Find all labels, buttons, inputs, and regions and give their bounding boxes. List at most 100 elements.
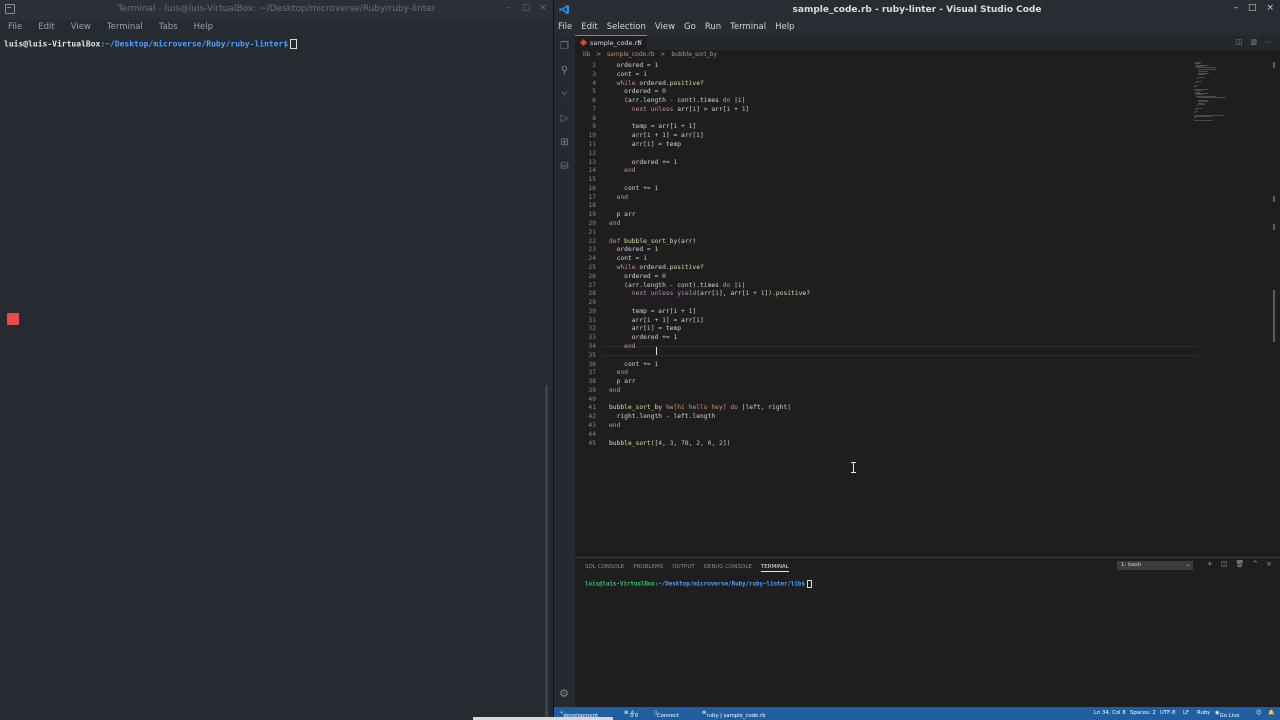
minimize-icon[interactable]: – <box>505 4 513 13</box>
code-line[interactable]: 20 end <box>575 220 1155 229</box>
settings-gear-icon[interactable]: ⚙ <box>559 688 570 699</box>
menu-edit[interactable]: Edit <box>581 20 597 35</box>
trash-icon[interactable]: 🗑 <box>1235 560 1244 568</box>
code-line[interactable]: 44 <box>575 431 1155 440</box>
code-line[interactable]: 13 ordered += 1 <box>575 159 1155 168</box>
code-line[interactable]: 15 <box>575 176 1155 185</box>
code-line[interactable]: 42 right.length - left.length <box>575 413 1155 422</box>
code-line[interactable]: 34 end <box>575 343 1155 352</box>
code-line[interactable]: 9 temp = arr[i + 1] <box>575 123 1155 132</box>
menu-edit[interactable]: Edit <box>38 22 54 36</box>
tab-close-icon[interactable]: × <box>637 38 643 46</box>
panel-tab-terminal[interactable]: TERMINAL <box>760 564 789 572</box>
menu-selection[interactable]: Selection <box>607 20 646 35</box>
status-ruby-file[interactable]: ⊗ ruby | sample_code.rb <box>702 710 766 719</box>
code-line[interactable]: 27 (arr.length - cont).times do |i| <box>575 282 1155 291</box>
extensions-icon[interactable]: ⊞ <box>559 137 570 148</box>
status-spaces[interactable]: Spaces: 2 <box>1130 710 1156 716</box>
code-line[interactable]: 45 bubble_sort([4, 3, 78, 2, 0, 2]) <box>575 440 1155 449</box>
panel-tab-output[interactable]: OUTPUT <box>672 564 694 572</box>
breadcrumb-lib[interactable]: lib <box>583 51 590 58</box>
terminal-select[interactable]: 1: bash ⌄ <box>1117 561 1193 570</box>
menu-file[interactable]: File <box>558 20 572 35</box>
menu-terminal[interactable]: Terminal <box>730 20 766 35</box>
terminal-body[interactable]: luis@luis-VirtualBox:~/Desktop/microvers… <box>0 36 553 52</box>
search-icon[interactable]: ⚲ <box>559 65 570 76</box>
status-language[interactable]: Ruby <box>1197 710 1210 716</box>
code-editor[interactable]: 2 ordered = 13 cont = 14 while ordered.p… <box>575 62 1275 550</box>
code-line[interactable]: 39 end <box>575 387 1155 396</box>
split-layout-icon[interactable]: ▥ <box>1250 38 1257 46</box>
explorer-icon[interactable]: ❐ <box>559 41 570 52</box>
code-line[interactable]: 30 temp = arr[i + 1] <box>575 308 1155 317</box>
code-line[interactable]: 17 end <box>575 194 1155 203</box>
breadcrumb-symbol[interactable]: bubble_sort_by <box>671 51 717 58</box>
new-terminal-icon[interactable]: + <box>1207 560 1213 568</box>
menu-file[interactable]: File <box>8 22 22 36</box>
split-editor-icon[interactable]: ◫ <box>1236 38 1243 46</box>
panel-tab-problems[interactable]: PROBLEMS <box>633 564 663 572</box>
source-control-icon[interactable]: ⑂ <box>559 89 570 100</box>
panel-tab-debug-console[interactable]: DEBUG CONSOLE <box>704 564 752 572</box>
menu-help[interactable]: Help <box>775 20 794 35</box>
code-line[interactable]: 4 while ordered.positive? <box>575 80 1155 89</box>
code-line[interactable]: 36 cont += 1 <box>575 361 1155 370</box>
code-line[interactable]: 32 arr[i] = temp <box>575 325 1155 334</box>
code-line[interactable]: 6 (arr.length - cont).times do |i| <box>575 97 1155 106</box>
code-line[interactable]: 14 end <box>575 167 1155 176</box>
code-line[interactable]: 19 p arr <box>575 211 1155 220</box>
more-actions-icon[interactable]: ⋯ <box>1265 38 1272 46</box>
menu-view[interactable]: View <box>71 22 91 36</box>
code-line[interactable]: 7 next unless arr[i] > arr[i + 1] <box>575 106 1155 115</box>
run-debug-icon[interactable]: ▷ <box>559 113 570 124</box>
menu-view[interactable]: View <box>655 20 675 35</box>
maximize-icon[interactable]: □ <box>522 4 531 13</box>
code-line[interactable]: 25 while ordered.positive? <box>575 264 1155 273</box>
terminal-scrollbar[interactable] <box>545 385 548 720</box>
close-icon[interactable]: × <box>1266 4 1274 13</box>
tab-sample-code[interactable]: sample_code.rb × <box>575 35 647 50</box>
integrated-terminal[interactable]: luis@luis-VirtualBox:~/Desktop/microvers… <box>585 580 812 588</box>
code-line[interactable]: 26 ordered = 0 <box>575 273 1155 282</box>
panel-tab-sql-console[interactable]: SQL CONSOLE <box>585 564 624 572</box>
code-line[interactable]: 18 <box>575 202 1155 211</box>
code-line[interactable]: 5 ordered = 0 <box>575 88 1155 97</box>
code-line[interactable]: 41 bubble_sort_by %w[hi hello hey] do |le… <box>575 404 1155 413</box>
maximize-icon[interactable]: □ <box>1248 4 1257 13</box>
code-line[interactable]: 11 arr[i] = temp <box>575 141 1155 150</box>
code-line[interactable]: 28 next unless yield(arr[i], arr[i + 1])… <box>575 290 1155 299</box>
menu-help[interactable]: Help <box>194 22 213 36</box>
menu-go[interactable]: Go <box>684 20 696 35</box>
code-line[interactable]: 43 end <box>575 422 1155 431</box>
code-line[interactable]: 33 ordered += 1 <box>575 334 1155 343</box>
feedback-icon[interactable]: ☺ <box>1256 710 1262 716</box>
menu-run[interactable]: Run <box>705 20 721 35</box>
breadcrumb-file[interactable]: sample_code.rb <box>607 51 654 58</box>
code-line[interactable]: 10 arr[i + 1] = arr[i] <box>575 132 1155 141</box>
code-line[interactable]: 40 <box>575 396 1155 405</box>
code-line[interactable]: 24 cont = 1 <box>575 255 1155 264</box>
database-icon[interactable]: ⛁ <box>559 161 570 172</box>
menu-tabs[interactable]: Tabs <box>159 22 178 36</box>
status-branch[interactable]: ⑂ development <box>560 710 598 719</box>
menu-terminal[interactable]: Terminal <box>107 22 143 36</box>
close-icon[interactable]: × <box>539 4 547 13</box>
minimize-icon[interactable]: – <box>1233 4 1238 13</box>
editor-scrollbar[interactable] <box>1272 62 1276 342</box>
code-line[interactable]: 21 <box>575 229 1155 238</box>
code-line[interactable]: 2 ordered = 1 <box>575 62 1155 71</box>
split-terminal-icon[interactable]: ◫ <box>1221 560 1228 568</box>
code-line[interactable]: 29 <box>575 299 1155 308</box>
code-line[interactable]: 16 cont += 1 <box>575 185 1155 194</box>
code-line[interactable]: 38 p arr <box>575 378 1155 387</box>
code-line[interactable]: 3 cont = 1 <box>575 71 1155 80</box>
code-line[interactable]: 8 <box>575 115 1155 124</box>
code-line[interactable]: 22 def bubble_sort_by(arr) <box>575 238 1155 247</box>
code-line[interactable]: 23 ordered = 1 <box>575 246 1155 255</box>
status-problems[interactable]: ⊗ 0 ⚠ 0 <box>624 710 638 719</box>
status-position[interactable]: Ln 34, Col 8 <box>1094 710 1126 716</box>
code-line[interactable]: 35 <box>575 352 1155 361</box>
bell-icon[interactable]: 🔔 <box>1268 710 1275 716</box>
status-encoding[interactable]: UTF-8 <box>1160 710 1175 716</box>
status-golive[interactable]: ◉ Go Live <box>1215 710 1239 719</box>
